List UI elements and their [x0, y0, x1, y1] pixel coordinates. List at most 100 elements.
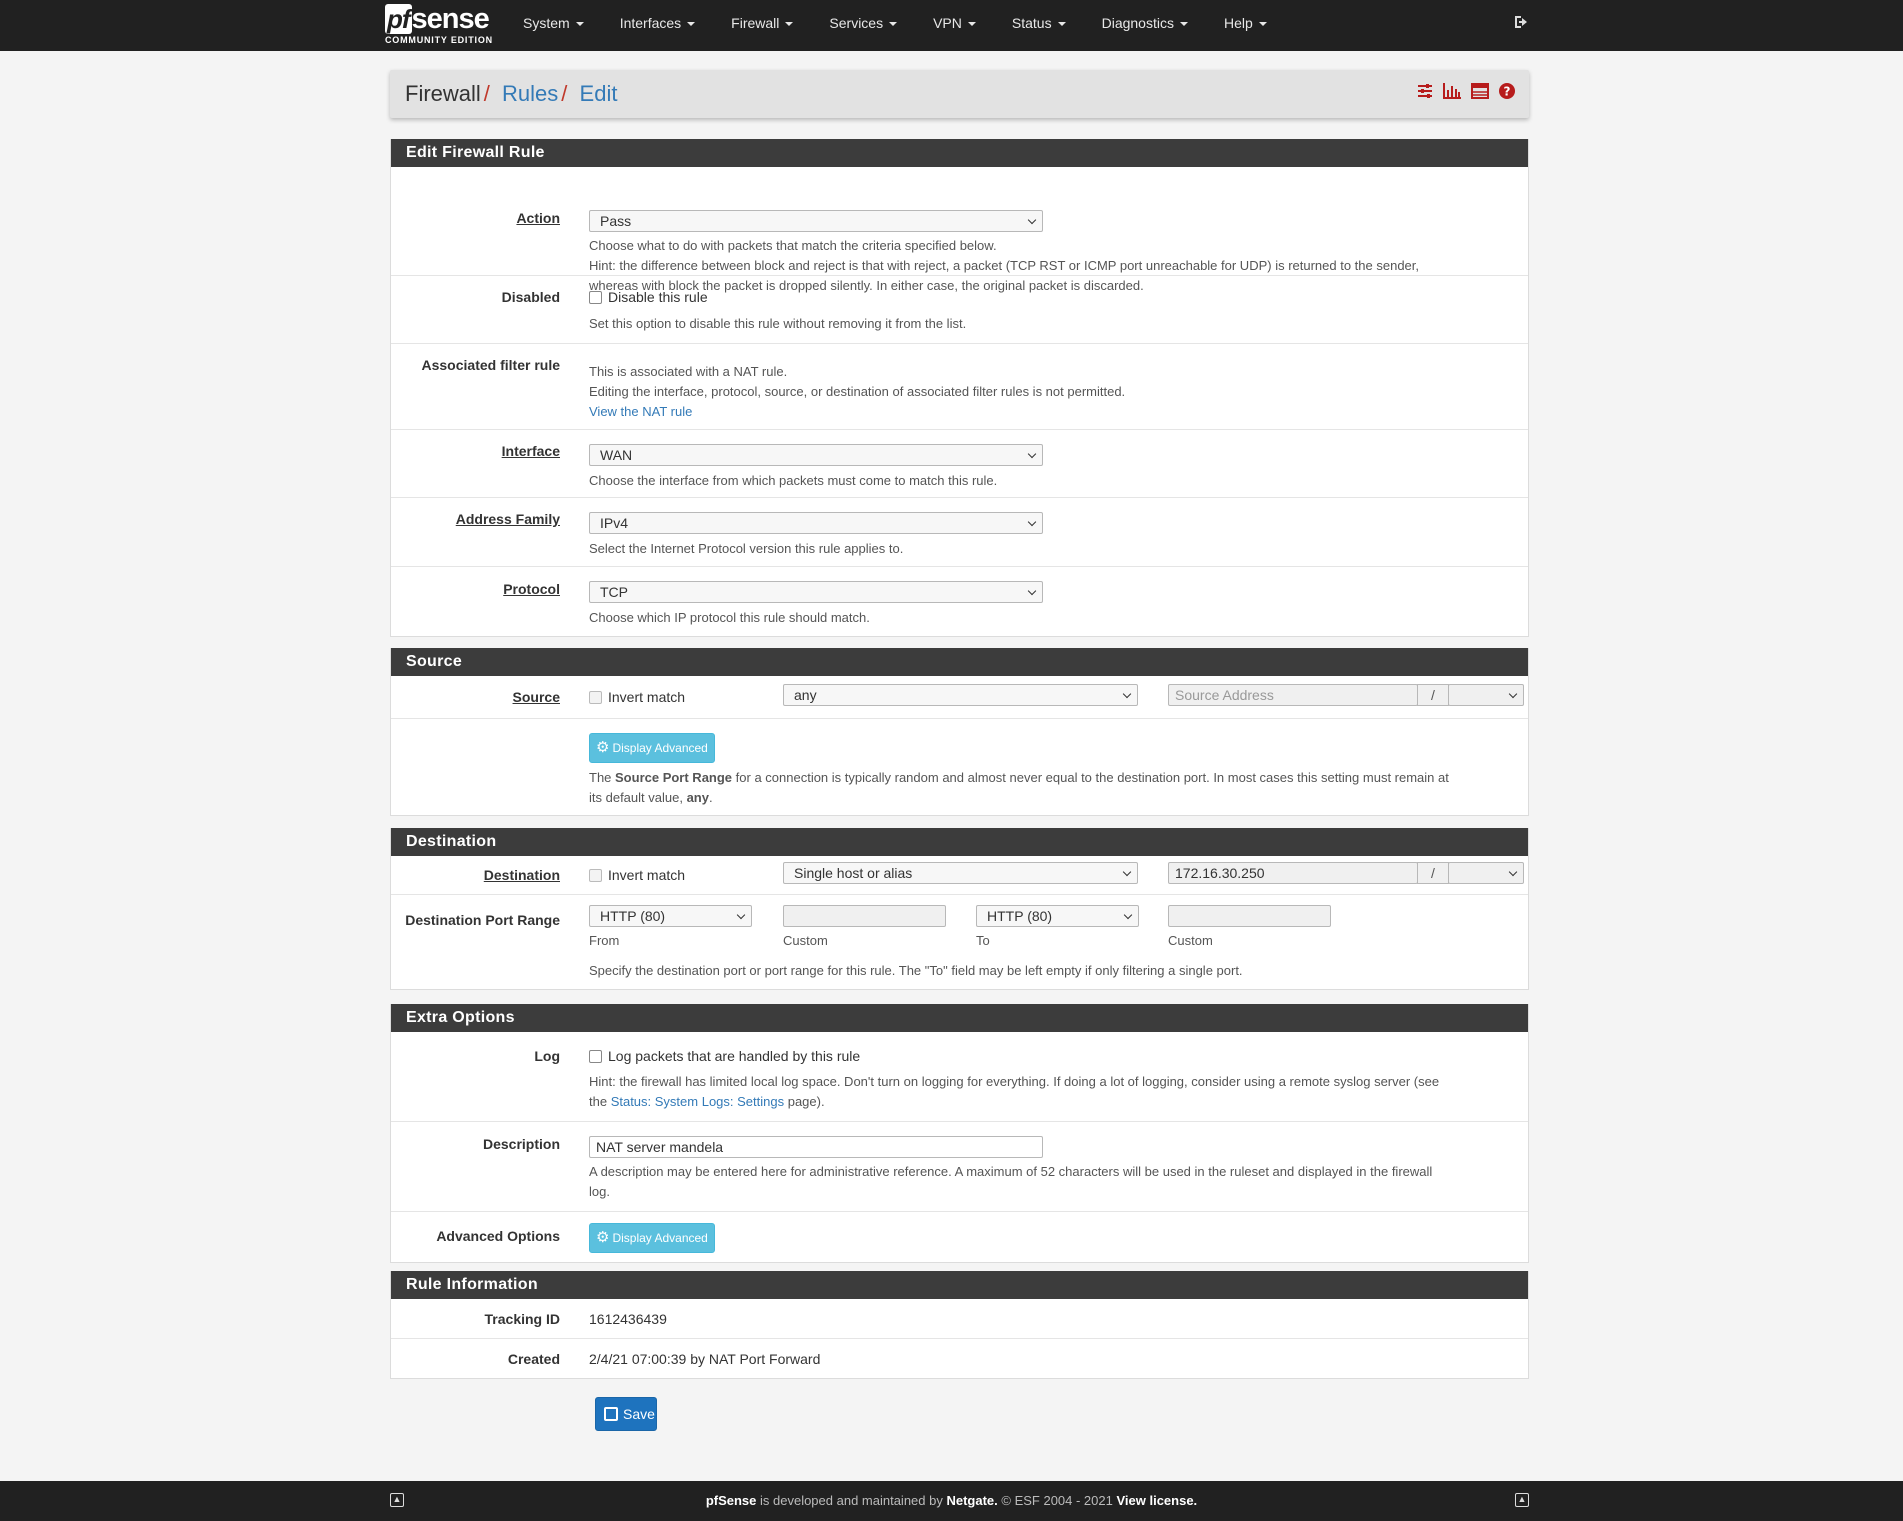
menu-firewall[interactable]: Firewall — [713, 0, 811, 51]
save-button[interactable]: Save — [595, 1397, 657, 1431]
save-icon — [604, 1407, 618, 1421]
caret-down-icon — [575, 22, 584, 27]
menu-services[interactable]: Services — [811, 0, 915, 51]
view-license-link[interactable]: View license. — [1116, 1493, 1197, 1508]
menu-help[interactable]: Help — [1206, 0, 1285, 51]
protocol-help: Choose which IP protocol this rule shoul… — [589, 610, 870, 625]
family-label: Address Family — [455, 511, 560, 527]
port-from-select[interactable]: HTTP (80) — [589, 905, 752, 927]
disable-rule-checkbox[interactable] — [589, 291, 602, 304]
breadcrumb-panel: Firewall / Rules / Edit ? — [390, 70, 1529, 118]
advanced-display-button[interactable]: ⚙ Display Advanced — [589, 1223, 715, 1253]
source-label: Source — [512, 689, 560, 705]
footer: ▲ pfSense is developed and maintained by… — [0, 1481, 1903, 1521]
log-row: Log Log packets that are handled by this… — [391, 1032, 1528, 1122]
sliders-icon[interactable] — [1417, 83, 1433, 104]
destination-invert-text: Invert match — [608, 867, 686, 883]
source-display-advanced-button[interactable]: ⚙ Display Advanced — [589, 733, 715, 763]
port-range-help: Specify the destination port or port ran… — [589, 963, 1243, 978]
main-menu: System Interfaces Firewall Services VPN … — [505, 0, 1285, 51]
description-help: A description may be entered here for ad… — [589, 1164, 1433, 1199]
interface-label: Interface — [501, 443, 560, 459]
source-mask-select[interactable] — [1448, 684, 1524, 706]
destination-type-select[interactable]: Single host or alias — [783, 862, 1138, 884]
destination-mask-select[interactable] — [1448, 862, 1524, 884]
assoc-line1: This is associated with a NAT rule. — [589, 364, 788, 379]
caret-down-icon — [1258, 22, 1267, 27]
destination-address-input[interactable]: 172.16.30.250 — [1168, 862, 1418, 884]
action-select[interactable]: Pass — [589, 210, 1043, 232]
created-label: Created — [507, 1351, 560, 1367]
log-label: Log — [534, 1048, 560, 1064]
port-range-row: Destination Port Range HTTP (80) HTTP (8… — [391, 895, 1528, 989]
source-slash: / — [1417, 684, 1449, 706]
disabled-label: Disabled — [501, 289, 560, 305]
log-packets-checkbox[interactable] — [589, 1050, 602, 1063]
scroll-top-icon[interactable]: ▲ — [1515, 1493, 1529, 1507]
destination-row: Destination Invert match Single host or … — [391, 856, 1528, 895]
breadcrumb-rules[interactable]: Rules — [502, 81, 558, 106]
svg-text:?: ? — [1504, 85, 1511, 99]
interface-select[interactable]: WAN — [589, 444, 1043, 466]
panel-title: Rule Information — [391, 1271, 1528, 1299]
breadcrumb: Firewall / Rules / Edit — [405, 81, 618, 106]
disabled-row: Disabled Disable this rule Set this opti… — [391, 276, 1528, 344]
source-panel: Source Source Invert match any Source Ad… — [390, 648, 1529, 816]
source-invert-checkbox[interactable] — [589, 691, 602, 704]
disable-rule-text: Disable this rule — [608, 289, 708, 305]
port-to-custom-input[interactable] — [1168, 905, 1331, 927]
custom-caption: Custom — [783, 933, 828, 948]
pfsense-logo[interactable]: pfsense COMMUNITY EDITION — [385, 4, 495, 48]
family-help: Select the Internet Protocol version thi… — [589, 541, 904, 556]
assoc-row: Associated filter rule This is associate… — [391, 344, 1528, 430]
panel-title: Destination — [391, 828, 1528, 856]
protocol-select[interactable]: TCP — [589, 581, 1043, 603]
menu-status[interactable]: Status — [994, 0, 1084, 51]
menu-vpn[interactable]: VPN — [915, 0, 994, 51]
destination-invert-checkbox[interactable] — [589, 869, 602, 882]
panel-title: Source — [391, 648, 1528, 676]
description-label: Description — [482, 1136, 560, 1152]
source-help: The Source Port Range for a connection i… — [589, 770, 1449, 805]
view-nat-rule-link[interactable]: View the NAT rule — [589, 404, 692, 419]
menu-diagnostics[interactable]: Diagnostics — [1084, 0, 1206, 51]
panel-title: Extra Options — [391, 1004, 1528, 1032]
panel-title: Edit Firewall Rule — [391, 139, 1528, 167]
protocol-label: Protocol — [503, 581, 560, 597]
address-family-select[interactable]: IPv4 — [589, 512, 1043, 534]
interface-help: Choose the interface from which packets … — [589, 473, 998, 488]
assoc-line2: Editing the interface, protocol, source,… — [589, 384, 1126, 399]
logo-edition: COMMUNITY EDITION — [385, 35, 493, 45]
bar-chart-icon[interactable] — [1443, 83, 1461, 104]
port-to-select[interactable]: HTTP (80) — [976, 905, 1139, 927]
caret-down-icon — [687, 22, 696, 27]
description-input[interactable]: NAT server mandela — [589, 1136, 1043, 1158]
protocol-row: Protocol TCP Choose which IP protocol th… — [391, 567, 1528, 636]
menu-system[interactable]: System — [505, 0, 602, 51]
caret-down-icon — [1179, 22, 1188, 27]
menu-interfaces[interactable]: Interfaces — [602, 0, 713, 51]
system-logs-settings-link[interactable]: Status: System Logs: Settings — [611, 1094, 784, 1109]
caret-down-icon — [889, 22, 898, 27]
custom2-caption: Custom — [1168, 933, 1213, 948]
help-icon[interactable]: ? — [1499, 83, 1515, 104]
description-row: Description NAT server mandela A descrip… — [391, 1122, 1528, 1212]
breadcrumb-edit[interactable]: Edit — [580, 81, 618, 106]
interface-row: Interface WAN Choose the interface from … — [391, 430, 1528, 498]
caret-down-icon — [785, 22, 794, 27]
logout-icon[interactable] — [1513, 14, 1529, 34]
source-type-select[interactable]: any — [783, 684, 1138, 706]
log-packets-text: Log packets that are handled by this rul… — [608, 1048, 861, 1064]
disabled-help: Set this option to disable this rule wit… — [589, 316, 967, 331]
created-row: Created 2/4/21 07:00:39 by NAT Port Forw… — [391, 1339, 1528, 1378]
netgate-link[interactable]: Netgate. — [946, 1493, 997, 1508]
caret-down-icon — [967, 22, 976, 27]
table-icon[interactable] — [1471, 83, 1489, 104]
footer-text: pfSense is developed and maintained by N… — [705, 1493, 1198, 1508]
source-address-input[interactable]: Source Address — [1168, 684, 1418, 706]
family-row: Address Family IPv4 Select the Internet … — [391, 498, 1528, 567]
action-row: Action Pass Choose what to do with packe… — [391, 167, 1528, 293]
edit-rule-panel: Edit Firewall Rule Action Pass Choose wh… — [390, 139, 1529, 637]
created-value: 2/4/21 07:00:39 by NAT Port Forward — [589, 1351, 821, 1367]
port-from-custom-input[interactable] — [783, 905, 946, 927]
